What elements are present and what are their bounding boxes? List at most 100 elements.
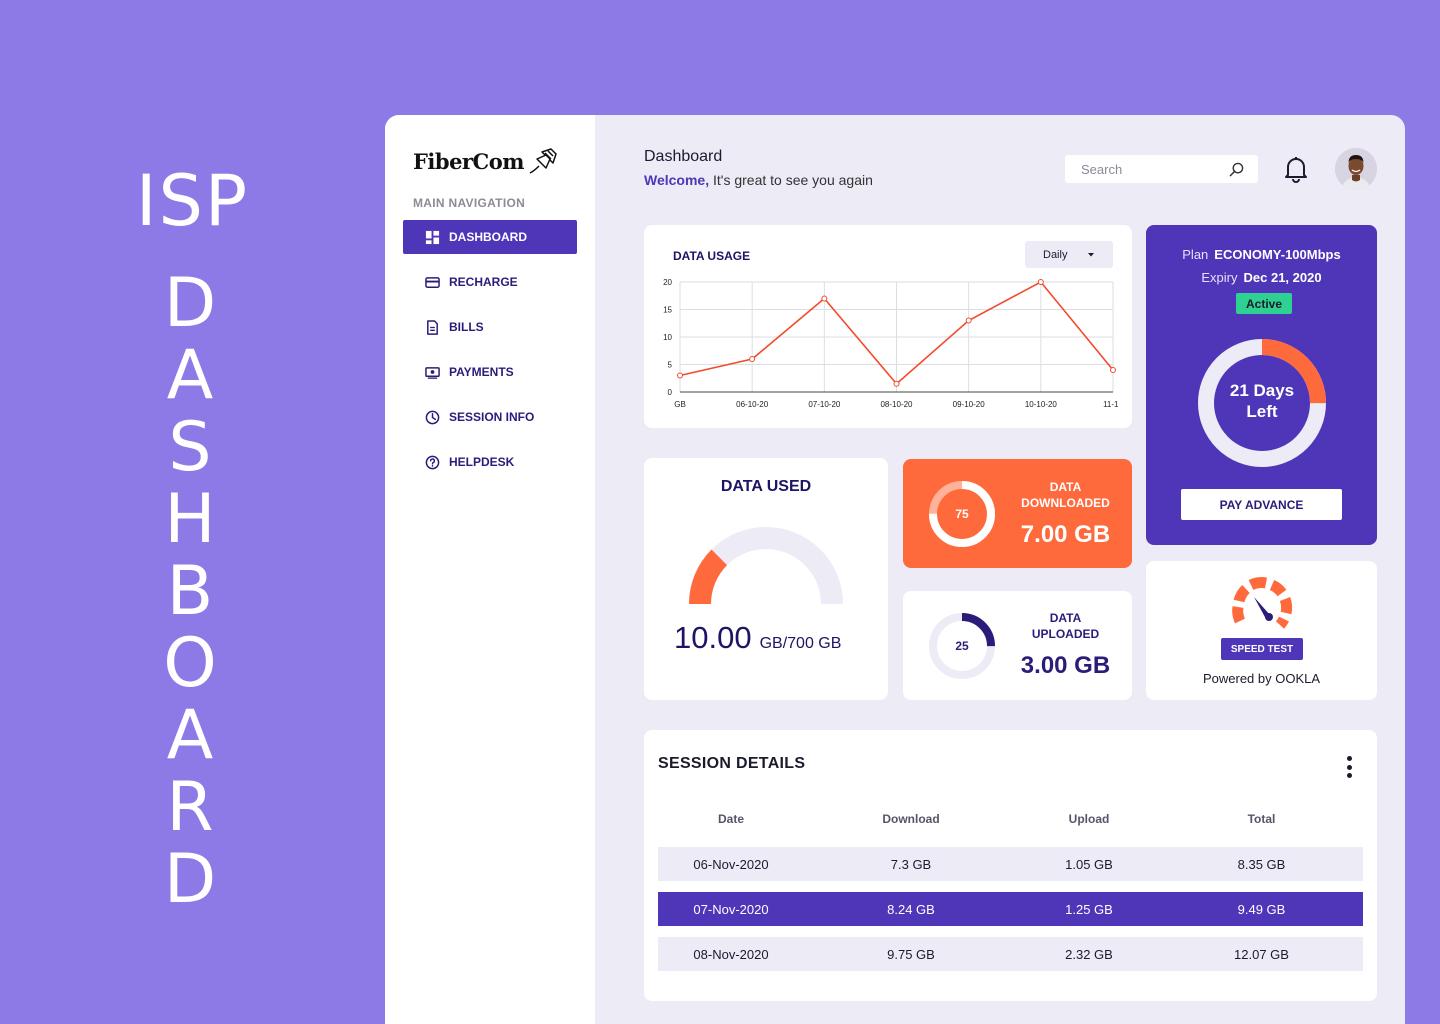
data-used-amount: 10.00 [674,620,752,655]
data-used-card: DATA USED 10.00 GB/700 GB [644,458,888,700]
downloaded-value: 7.00 GB [1020,521,1111,548]
welcome-message: Welcome, It's great to see you again [644,172,873,188]
poster-title: ISP D A S H B O A R D [0,0,385,1024]
x-tick-label: 06-10-20 [736,400,769,409]
plan-card: Plan ECONOMY-100Mbps Expiry Dec 21, 2020 A… [1146,225,1377,545]
session-table: Date Download Upload Total 06-Nov-2020 7… [658,802,1363,971]
poster-title-isp: ISP [135,160,250,242]
nav-item-label: PAYMENTS [449,365,514,379]
data-usage-chart: 0 5 10 15 20 GB 06-10-20 07-10-20 08-10-20 09-10-… [663,278,1118,409]
column-header-total: Total [1247,812,1276,826]
expiry-row: Expiry Dec 21, 2020 [1146,270,1377,285]
nav-item-dashboard[interactable]: DASHBOARD [403,220,577,254]
uploaded-label-line1: DATA [1049,611,1082,625]
expiry-value: Dec 21, 2020 [1243,270,1322,285]
data-uploaded-card: 25 DATA UPLOADED 3.00 GB [903,591,1132,700]
x-tick-label: GB [674,400,686,409]
cell-total: 9.49 GB [1237,901,1286,917]
speed-test-card: SPEED TEST Powered by OOKLA [1146,561,1377,700]
data-used-value: 10.00 GB/700 GB [674,620,841,656]
nav-item-label: RECHARGE [449,275,518,289]
credit-card-icon [425,276,440,288]
column-header-download: Download [882,812,940,826]
sidebar: FiberCom MAIN NAVIGATION DASHBOARD RECHA… [385,115,595,1024]
days-left-text: 21 Days Left [1194,380,1330,422]
powered-by-text: Powered by OOKLA [1202,671,1321,686]
table-row[interactable]: 08-Nov-2020 9.75 GB 2.32 GB 12.07 GB [658,937,1363,971]
x-tick-label: 11-10 [1103,400,1118,409]
dashboard-icon [425,230,440,244]
search-input[interactable] [1081,161,1221,177]
poster-letter: O [163,624,217,703]
poster-letter: S [168,408,212,487]
period-value: Daily [1043,248,1068,261]
cell-download: 8.24 GB [887,901,935,917]
poster-letter: D [163,840,217,919]
table-header: Date Download Upload Total [658,802,1363,836]
cell-date: 06-Nov-2020 [693,856,769,872]
y-tick-label: 0 [668,388,673,397]
data-point [1110,367,1116,373]
more-options-icon[interactable] [1344,756,1354,778]
session-details-title: SESSION DETAILS [658,755,806,772]
x-tick-label: 07-10-20 [808,400,841,409]
column-header-date: Date [717,812,744,826]
plan-value: ECONOMY-100Mbps [1214,247,1341,262]
cell-date: 07-Nov-2020 [693,901,769,917]
y-tick-label: 10 [663,333,672,342]
nav-item-recharge[interactable]: RECHARGE [403,265,577,299]
nav-item-label: HELPDESK [449,455,515,469]
column-header-upload: Upload [1068,812,1110,826]
nav-item-payments[interactable]: PAYMENTS [403,355,577,389]
search-icon[interactable] [1229,162,1244,177]
clock-icon [425,410,440,424]
main-navigation: DASHBOARD RECHARGE BILLS PAYMENTS SESSIO… [403,220,577,490]
cell-upload: 1.25 GB [1065,901,1113,917]
nav-item-label: BILLS [449,320,484,334]
uploaded-label: DATA UPLOADED [1003,610,1128,642]
expiry-label: Expiry [1201,270,1238,285]
days-left-suffix: Left [1246,402,1278,421]
cell-download: 7.3 GB [890,856,932,872]
nav-item-label: DASHBOARD [449,230,527,244]
caret-down-icon [1088,252,1094,256]
y-tick-label: 15 [663,306,672,315]
user-photo [1335,148,1377,190]
downloaded-label: DATA DOWNLOADED [1003,479,1128,511]
pay-advance-button[interactable]: PAY ADVANCE [1181,489,1342,520]
search-box[interactable] [1065,155,1258,183]
nav-item-bills[interactable]: BILLS [403,310,577,344]
data-usage-card: DATA USAGE Daily 0 5 10 15 20 GB 06-10-20 07-10… [644,225,1132,428]
nav-item-session-info[interactable]: SESSION INFO [403,400,577,434]
poster-title-dashboard: D A S H B O A R D [148,268,232,916]
nav-item-helpdesk[interactable]: HELPDESK [403,445,577,479]
data-point [893,380,900,387]
cell-upload: 2.32 GB [1065,946,1113,962]
session-details-card: SESSION DETAILS Date Download Upload Tot… [644,730,1377,1001]
poster-letter: D [163,264,217,343]
main-content: Dashboard Welcome, It's great to see you… [595,115,1405,1024]
data-usage-title: DATA USAGE [673,249,751,263]
status-badge: Active [1236,293,1292,314]
user-avatar[interactable] [1335,148,1377,190]
data-point [749,356,756,362]
nav-item-label: SESSION INFO [449,410,535,424]
nav-title: MAIN NAVIGATION [413,196,526,210]
speed-test-button[interactable]: SPEED TEST [1221,638,1303,660]
cell-date: 08-Nov-2020 [693,946,769,962]
data-used-unit: GB/700 GB [759,635,842,652]
cell-upload: 1.05 GB [1065,856,1113,872]
brand-logo[interactable]: FiberCom [413,147,558,175]
app-window: FiberCom MAIN NAVIGATION DASHBOARD RECHA… [385,115,1405,1024]
table-row-selected[interactable]: 07-Nov-2020 8.24 GB 1.25 GB 9.49 GB [658,892,1363,926]
notification-bell-icon[interactable] [1283,155,1309,183]
brand-name: FiberCom [413,148,524,174]
cell-download: 9.75 GB [887,946,935,962]
x-tick-label: 09-10-20 [953,400,986,409]
table-row[interactable]: 06-Nov-2020 7.3 GB 1.05 GB 8.35 GB [658,847,1363,881]
data-point [965,317,972,324]
data-used-gauge [688,527,843,605]
fiber-plug-icon [529,148,557,174]
period-dropdown[interactable]: Daily [1025,241,1113,268]
poster-letter: R [166,768,214,847]
